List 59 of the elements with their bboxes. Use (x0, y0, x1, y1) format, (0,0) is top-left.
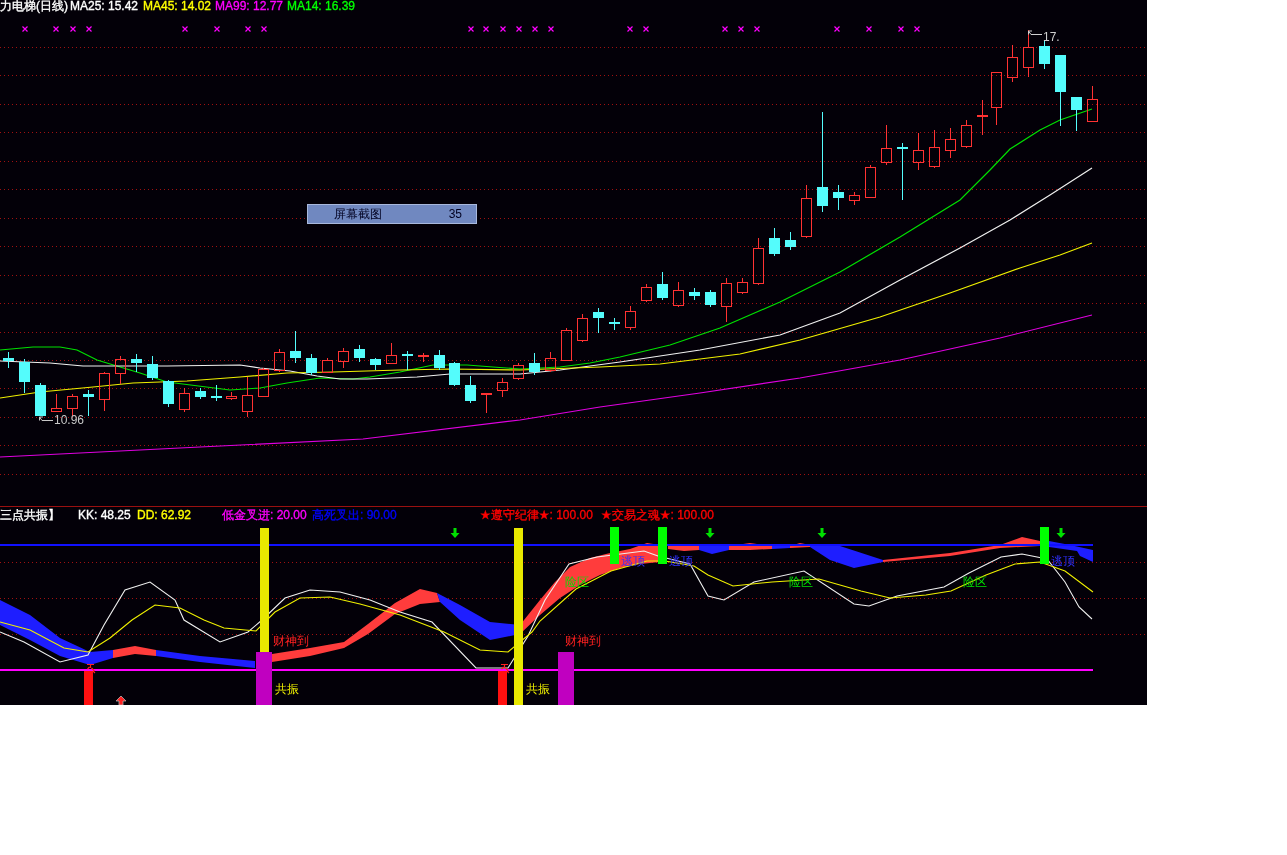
average-reading: MA25: 15.42 (70, 0, 140, 13)
down-arrow-icon (1056, 528, 1066, 538)
signal-label: 共振 (526, 682, 550, 696)
cross-mark-icon (897, 25, 905, 33)
indicator-reading: 高死叉出: 90.00 (312, 509, 398, 522)
cross-mark-icon (547, 25, 555, 33)
down-arrow-icon (450, 528, 460, 538)
signal-bar (558, 652, 574, 705)
pointer-arrow-icon (1028, 30, 1043, 35)
indicator-reading: KK: 48.25 (78, 509, 132, 522)
cross-mark-icon (21, 25, 29, 33)
cross-mark-icon (753, 25, 761, 33)
signal-bar (84, 671, 93, 705)
cross-mark-icon (52, 25, 60, 33)
cross-mark-icon (499, 25, 507, 33)
pointer-arrow-icon (39, 416, 54, 421)
signal-bar (610, 527, 619, 564)
cross-mark-icon (913, 25, 921, 33)
signal-label: 财神到 (565, 634, 601, 648)
signal-label: 财神到 (273, 634, 309, 648)
indicator-reading: ★遵守纪律★: 100.00 (480, 509, 594, 522)
low-price-label: 10.96 (54, 413, 85, 427)
indicator-reading: ★交易之魂★: 100.00 (601, 509, 714, 522)
cross-mark-icon (69, 25, 77, 33)
cross-mark-icon (515, 25, 523, 33)
down-arrow-icon (817, 528, 827, 538)
high-price-label: 17. (1043, 30, 1060, 44)
cross-mark-icon (642, 25, 650, 33)
signal-label: 逃顶 (1051, 554, 1075, 568)
average-reading: MA14: 16.39 (287, 0, 356, 13)
cross-mark-icon (85, 25, 93, 33)
cross-mark-icon (244, 25, 252, 33)
cross-mark-icon (260, 25, 268, 33)
indicator-title: 三点共振】 (0, 509, 61, 522)
up-arrow-icon (115, 695, 127, 705)
cross-mark-icon (531, 25, 539, 33)
signal-bar (658, 527, 667, 564)
cross-mark-icon (833, 25, 841, 33)
average-reading: MA45: 14.02 (143, 0, 213, 13)
indicator-reading: DD: 62.92 (137, 509, 193, 522)
signal-label: 共振 (275, 682, 299, 696)
signal-mark-icon (86, 663, 96, 674)
tag-count: 35 (448, 207, 462, 221)
cross-mark-icon (181, 25, 189, 33)
average-reading: MA99: 12.77 (215, 0, 285, 13)
indicator-reading: 低金叉进: 20.00 (222, 509, 308, 522)
tag-caption: 屏幕截图 (334, 205, 382, 223)
signal-mark-icon (500, 663, 510, 674)
cross-mark-icon (482, 25, 490, 33)
chart-title: 力电梯(日线) (0, 0, 69, 13)
signal-bar (1040, 527, 1049, 564)
cross-mark-icon (626, 25, 634, 33)
cross-mark-icon (213, 25, 221, 33)
cross-mark-icon (865, 25, 873, 33)
down-arrow-icon (705, 528, 715, 538)
cross-mark-icon (467, 25, 475, 33)
cross-mark-icon (737, 25, 745, 33)
signal-bar (498, 671, 507, 705)
cross-mark-icon (721, 25, 729, 33)
